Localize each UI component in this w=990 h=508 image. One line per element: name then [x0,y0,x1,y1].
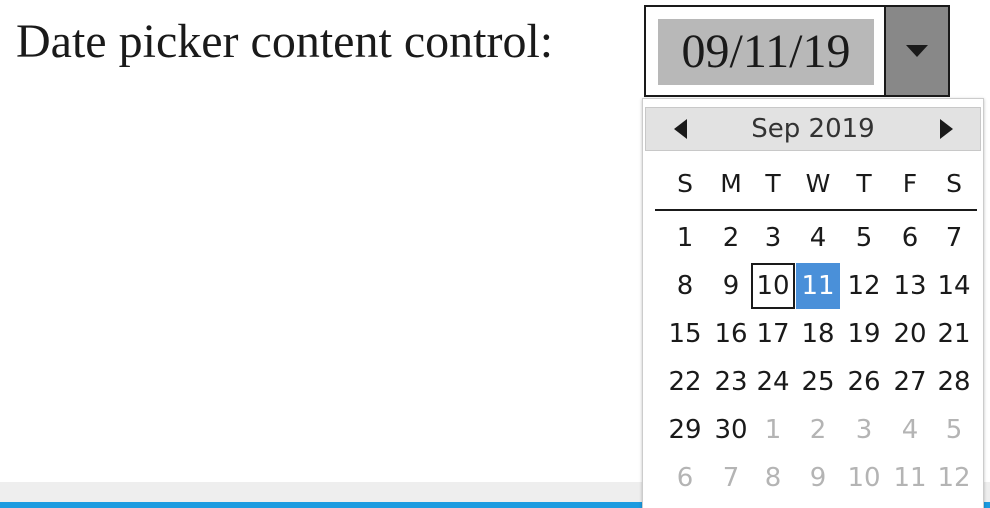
calendar-day[interactable]: 30 [709,407,753,453]
weekday-label: W [805,169,831,198]
calendar-day-adjacent-month[interactable]: 10 [842,455,886,501]
date-picker-field[interactable]: 09/11/19 [644,5,950,97]
calendar-day[interactable]: 13 [888,263,932,309]
calendar-day[interactable]: 25 [796,359,840,405]
calendar-popup: Sep 2019 SMTWTFS 1 2 3 4 5 6 7 8 9 10 11 12 13 14 15 16… [642,98,984,508]
weekday-header-row: SMTWTFS [655,163,977,205]
weekday-divider [655,209,977,211]
calendar-day[interactable]: 8 [663,263,707,309]
calendar-day-adjacent-month[interactable]: 11 [888,455,932,501]
prev-month-button[interactable] [660,108,700,150]
calendar-day-adjacent-month[interactable]: 5 [932,407,976,453]
calendar-day[interactable]: 2 [709,215,753,261]
calendar-day[interactable]: 26 [842,359,886,405]
calendar-day[interactable]: 19 [842,311,886,357]
calendar-day[interactable]: 22 [663,359,707,405]
weekday-label: M [720,169,742,198]
calendar-day[interactable]: 20 [888,311,932,357]
calendar-day[interactable]: 28 [932,359,976,405]
calendar-day[interactable]: 23 [709,359,753,405]
calendar-day[interactable]: 18 [796,311,840,357]
date-value[interactable]: 09/11/19 [658,19,874,85]
calendar-header: Sep 2019 [645,107,981,151]
calendar-day[interactable]: 3 [751,215,795,261]
calendar-day[interactable]: 4 [796,215,840,261]
calendar-day-adjacent-month[interactable]: 4 [888,407,932,453]
calendar-day[interactable]: 29 [663,407,707,453]
calendar-day[interactable]: 24 [751,359,795,405]
date-dropdown-button[interactable] [884,7,948,95]
calendar-day[interactable]: 12 [842,263,886,309]
content-control-label: Date picker content control: [16,15,554,68]
calendar-day[interactable]: 5 [842,215,886,261]
calendar-day-adjacent-month[interactable]: 1 [751,407,795,453]
weekday-label: T [856,169,872,198]
calendar-day-adjacent-month[interactable]: 3 [842,407,886,453]
next-month-button[interactable] [926,108,966,150]
weekday-label: S [677,169,693,198]
calendar-day[interactable]: 9 [709,263,753,309]
arrow-right-icon [939,119,953,139]
calendar-day-adjacent-month[interactable]: 12 [932,455,976,501]
arrow-left-icon [673,119,687,139]
calendar-day[interactable]: 21 [932,311,976,357]
calendar-day-adjacent-month[interactable]: 8 [751,455,795,501]
calendar-day[interactable]: 14 [932,263,976,309]
calendar-day[interactable]: 16 [709,311,753,357]
calendar-day-adjacent-month[interactable]: 6 [663,455,707,501]
calendar-day-selected[interactable]: 11 [796,263,840,309]
calendar-day-adjacent-month[interactable]: 9 [796,455,840,501]
calendar-day[interactable]: 6 [888,215,932,261]
calendar-day[interactable]: 15 [663,311,707,357]
chevron-down-icon [906,45,928,57]
calendar-day[interactable]: 27 [888,359,932,405]
calendar-day[interactable]: 1 [663,215,707,261]
calendar-day-today[interactable]: 10 [751,263,795,309]
calendar-day[interactable]: 7 [932,215,976,261]
calendar-day-adjacent-month[interactable]: 2 [796,407,840,453]
calendar-day-adjacent-month[interactable]: 7 [709,455,753,501]
weekday-label: S [946,169,962,198]
month-title: Sep 2019 [751,114,875,144]
calendar-day[interactable]: 17 [751,311,795,357]
weekday-label: F [902,169,918,198]
weekday-label: T [765,169,781,198]
calendar-day-grid: 1 2 3 4 5 6 7 8 9 10 11 12 13 14 15 16 17 18 19 20 21 22 23 24 2… [655,215,977,503]
